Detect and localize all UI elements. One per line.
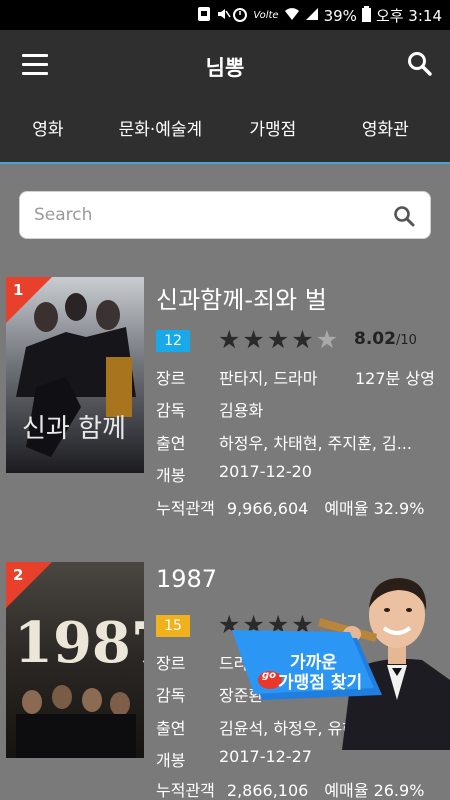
booking-rate: 예매율 32.9% [324, 499, 425, 518]
release-label: 개봉 [156, 751, 186, 770]
booking-rate: 예매율 26.9% [324, 781, 425, 800]
ad-go-badge: go [262, 670, 277, 681]
star-empty-icon: ★ [315, 325, 339, 354]
movie-title[interactable]: 1987 [156, 565, 217, 593]
find-store-ad-banner[interactable]: 가까운 가맹점 찾기 go [232, 560, 450, 750]
status-notifications [197, 6, 231, 26]
audience-value: 2,866,106 [226, 781, 309, 800]
alarm-icon [232, 6, 248, 26]
wifi-icon [284, 7, 300, 25]
star-icon: ★ [242, 325, 265, 354]
tab-movies[interactable]: 영화 [0, 102, 96, 162]
audience-line: 누적관객 9,966,604 예매율 32.9% [156, 495, 424, 519]
rank-number: 2 [13, 566, 24, 584]
rank-number: 1 [13, 281, 24, 299]
star-icon: ★ [218, 325, 241, 354]
tab-culture-arts[interactable]: 문화·예술계 [96, 102, 225, 162]
app-title: 님뽕 [205, 56, 245, 80]
audience-label: 누적관객 [156, 499, 215, 518]
runtime-value: 127분 상영 [355, 369, 435, 388]
audience-label: 누적관객 [156, 781, 215, 800]
search-box [19, 191, 431, 239]
genre-label: 장르 [156, 369, 186, 388]
audience-value: 9,966,604 [226, 499, 309, 518]
star-rating: ★ ★ ★ ★ ★ [218, 326, 338, 354]
star-icon: ★ [291, 325, 314, 354]
search-input[interactable] [34, 192, 384, 238]
movie-title[interactable]: 신과함께-죄와 벌 [156, 280, 327, 315]
genre-label: 장르 [156, 654, 186, 673]
clock: 오후 3:14 [375, 7, 442, 25]
director-label: 감독 [156, 686, 186, 705]
ad-illustration [232, 578, 450, 750]
signal-icon [305, 7, 319, 25]
director-value: 김용화 [219, 401, 264, 420]
director-label: 감독 [156, 401, 186, 420]
movie-poster[interactable]: 신과 함께 1 [6, 277, 144, 473]
cast-label: 출연 [156, 719, 186, 738]
release-label: 개봉 [156, 466, 186, 485]
app-header: 님뽕 [0, 30, 450, 102]
status-bar: Volte 39% 오후 3:14 [0, 0, 450, 30]
age-rating-badge: 12 [156, 330, 190, 352]
poster-title-text: 신과 함께 [22, 414, 126, 444]
silent-icon [215, 6, 231, 26]
cast-value: 하정우, 차태현, 주지훈, 김... [219, 434, 412, 453]
battery-percent: 39% [323, 6, 357, 25]
search-submit-icon[interactable] [392, 204, 416, 228]
search-icon[interactable] [406, 50, 434, 78]
tab-theaters[interactable]: 영화관 [321, 102, 450, 162]
movie-poster[interactable]: 1987 2 [6, 562, 144, 758]
cast-label: 출연 [156, 434, 186, 453]
status-system: Volte 39% 오후 3:14 [232, 5, 442, 26]
volte-icon: Volte [253, 10, 279, 21]
poster-title-text: 1987 [14, 610, 144, 676]
star-icon: ★ [266, 325, 290, 354]
rating-score: 8.02/10 [354, 329, 417, 349]
age-rating-badge: 15 [156, 615, 190, 637]
audience-line: 누적관객 2,866,106 예매율 26.9% [156, 777, 424, 800]
category-tabs: 영화 문화·예술계 가맹점 영화관 [0, 102, 450, 164]
genre-value: 판타지, 드라마 [219, 369, 318, 388]
battery-icon [361, 5, 371, 26]
release-value: 2017-12-20 [219, 462, 312, 481]
movie-card[interactable]: 신과 함께 1 신과함께-죄와 벌 12 ★ ★ ★ ★ ★ 8.02/10 장… [0, 277, 450, 527]
tab-affiliates[interactable]: 가맹점 [225, 102, 321, 162]
ad-line2: 가맹점 찾기 [278, 673, 363, 693]
notification-icon [197, 6, 211, 26]
